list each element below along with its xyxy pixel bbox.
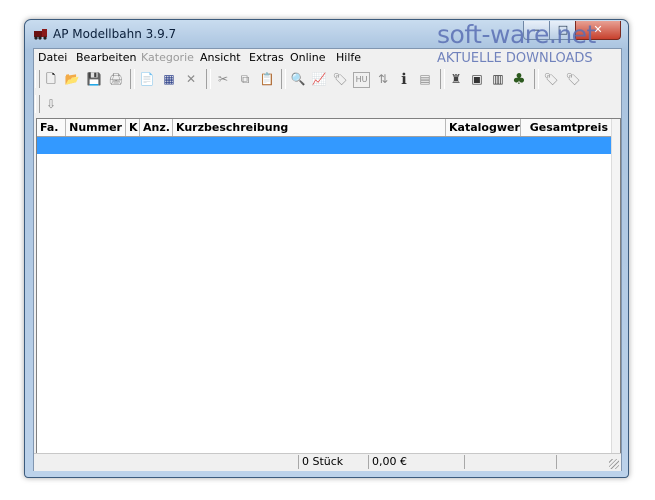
- menu-kategorie[interactable]: Kategorie: [141, 51, 194, 64]
- paste-icon[interactable]: 📋: [258, 70, 276, 88]
- wagon-icon[interactable]: ▥: [489, 70, 507, 88]
- col-header-kurzbeschreibung[interactable]: Kurzbeschreibung: [173, 119, 446, 136]
- menu-datei[interactable]: Datei: [38, 51, 67, 64]
- delete-icon[interactable]: ✕: [182, 70, 200, 88]
- resize-grip[interactable]: [609, 459, 619, 469]
- col-header-nummer[interactable]: Nummer: [66, 119, 126, 136]
- table-header: Fa. Nummer K Anz. Kurzbeschreibung Katal…: [37, 119, 612, 137]
- cut-icon[interactable]: ✂: [214, 70, 232, 88]
- main-toolbar: 🗋 📂 💾 🖨 📄 ▦ ✕ ✂ ⧉ 📋 🔍 📈 🏷 HU ⇅ ℹ ▤ ♜ ▣ ▥…: [34, 68, 621, 92]
- watermark-tagline: AKTUELLE DOWNLOADS: [437, 51, 593, 66]
- status-total: 0,00 €: [368, 455, 464, 469]
- label-tool-icon[interactable]: 🏷: [542, 70, 560, 88]
- sort-list-icon[interactable]: ⇩: [42, 95, 60, 113]
- tag-icon[interactable]: 🏷: [331, 70, 349, 88]
- watermark-brand: soft-ware.net: [437, 20, 596, 49]
- status-panel-blank-2: [556, 455, 606, 469]
- label-tool-2-icon[interactable]: 🏷: [564, 70, 582, 88]
- items-table[interactable]: Fa. Nummer K Anz. Kurzbeschreibung Katal…: [36, 118, 621, 454]
- open-folder-icon[interactable]: 📂: [63, 70, 81, 88]
- toolbar-separator: [281, 69, 286, 89]
- menu-ansicht[interactable]: Ansicht: [200, 51, 241, 64]
- locomotive-icon[interactable]: ▣: [468, 70, 486, 88]
- col-header-katalogwert[interactable]: Katalogwert: [446, 119, 521, 136]
- sort-icon[interactable]: ⇅: [374, 70, 392, 88]
- toolbar-separator: [440, 69, 445, 89]
- col-header-gesamtpreis[interactable]: Gesamtpreis: [521, 119, 612, 136]
- hu-icon[interactable]: HU: [353, 72, 370, 88]
- toolbar-separator: [534, 69, 539, 89]
- graph-icon[interactable]: 📈: [310, 70, 328, 88]
- copy-item-icon[interactable]: 📄: [138, 70, 156, 88]
- status-bar: 0 Stück 0,00 €: [34, 453, 621, 471]
- status-panel-blank: [464, 455, 556, 469]
- copy-icon[interactable]: ⧉: [236, 70, 254, 88]
- col-header-anz[interactable]: Anz.: [140, 119, 173, 136]
- status-panel-empty: [36, 455, 298, 469]
- figure-icon[interactable]: ♜: [447, 70, 465, 88]
- grid-icon[interactable]: ▦: [160, 70, 178, 88]
- col-header-k[interactable]: K: [126, 119, 140, 136]
- col-header-fa[interactable]: Fa.: [37, 119, 66, 136]
- client-area: Datei Bearbeiten Kategorie Ansicht Extra…: [33, 48, 622, 471]
- info-icon[interactable]: ℹ: [395, 70, 413, 88]
- selected-table-row[interactable]: [37, 137, 612, 154]
- window-title: AP Modellbahn 3.9.7: [53, 27, 177, 41]
- new-icon[interactable]: 🗋: [42, 70, 60, 88]
- print-icon[interactable]: 🖨: [107, 70, 125, 88]
- menu-bearbeiten[interactable]: Bearbeiten: [76, 51, 136, 64]
- toolbar-grip[interactable]: [35, 95, 40, 113]
- toolbar-grip[interactable]: [35, 70, 40, 88]
- secondary-toolbar: ⇩: [34, 93, 621, 117]
- menu-online[interactable]: Online: [290, 51, 325, 64]
- toolbar-separator: [206, 69, 211, 89]
- menu-extras[interactable]: Extras: [249, 51, 284, 64]
- status-count: 0 Stück: [298, 455, 368, 469]
- menu-hilfe[interactable]: Hilfe: [336, 51, 361, 64]
- save-icon[interactable]: 💾: [85, 70, 103, 88]
- train-app-icon: [33, 28, 49, 40]
- app-window: AP Modellbahn 3.9.7 – □ ✕ Datei Bearbeit…: [24, 19, 629, 478]
- toolbar-separator: [130, 69, 135, 89]
- find-binoculars-icon[interactable]: 🔍: [289, 70, 307, 88]
- tree-icon[interactable]: ♣: [510, 70, 528, 88]
- vertical-scrollbar[interactable]: [611, 119, 620, 453]
- calculator-icon[interactable]: ▤: [416, 70, 434, 88]
